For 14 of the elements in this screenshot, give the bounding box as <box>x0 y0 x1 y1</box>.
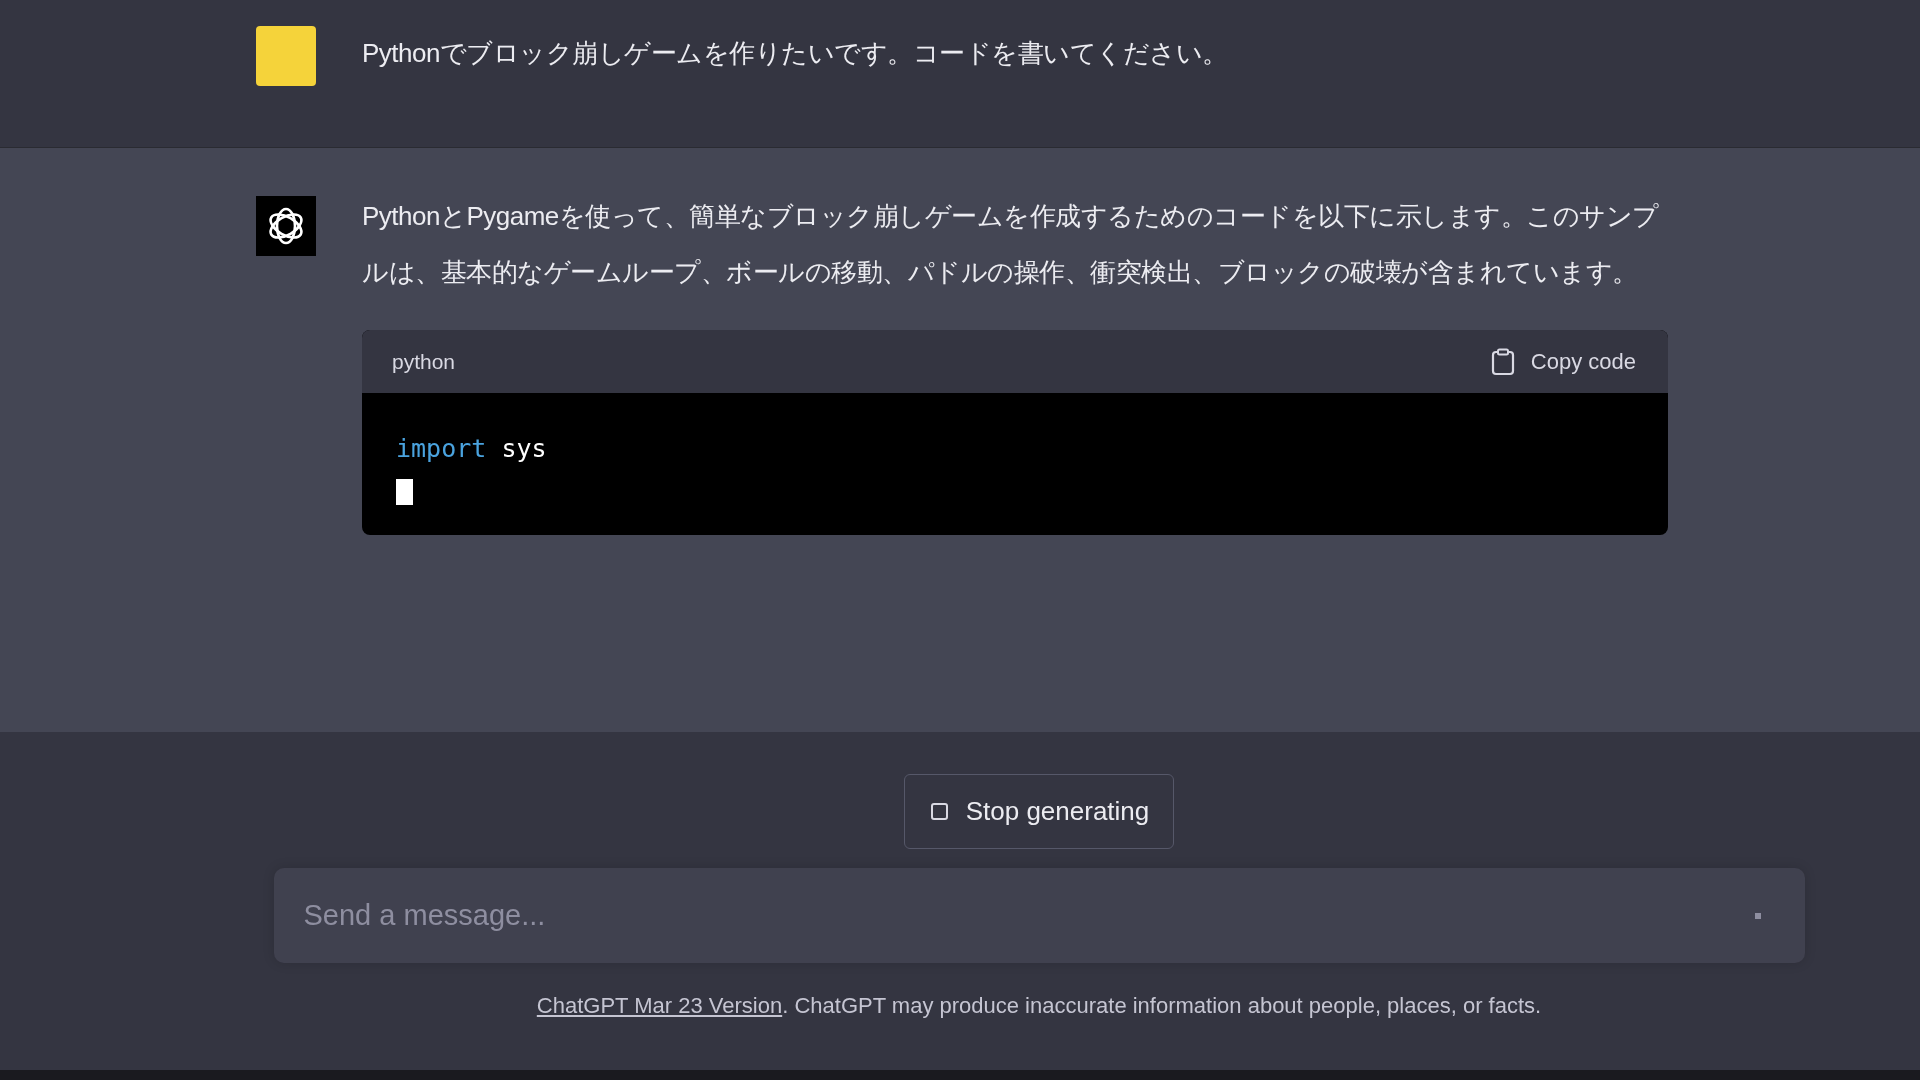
copy-code-button[interactable]: Copy code <box>1490 347 1636 376</box>
assistant-message: PythonとPygameを使って、簡単なブロック崩しゲームを作成するためのコードを以下に示します。このサンプルは、基本的なゲームループ、ボールの移動、パドルの操作、衝突検出、ブロックの破壊が含まれています。 <box>362 200 1660 289</box>
user-avatar <box>256 26 316 86</box>
version-link[interactable]: ChatGPT Mar 23 Version <box>536 993 783 1018</box>
cursor-icon <box>396 479 413 505</box>
stop-generating-button[interactable]: Stop generating <box>903 774 1175 849</box>
code-language: python <box>392 349 456 374</box>
message-input[interactable]: Send a message... <box>273 868 1805 963</box>
disclaimer-text: ChatGPT Mar 23 Version. ChatGPT may produce inaccurate information about people, places, or facts. <box>536 993 1542 1019</box>
assistant-logo-icon <box>256 196 316 256</box>
stop-icon <box>930 803 948 820</box>
code-line: import sys <box>396 433 548 465</box>
user-message: Pythonでブロック崩しゲームを作りたいです。コードを書いてください。 <box>362 37 1228 70</box>
clipboard-icon <box>1490 347 1515 376</box>
